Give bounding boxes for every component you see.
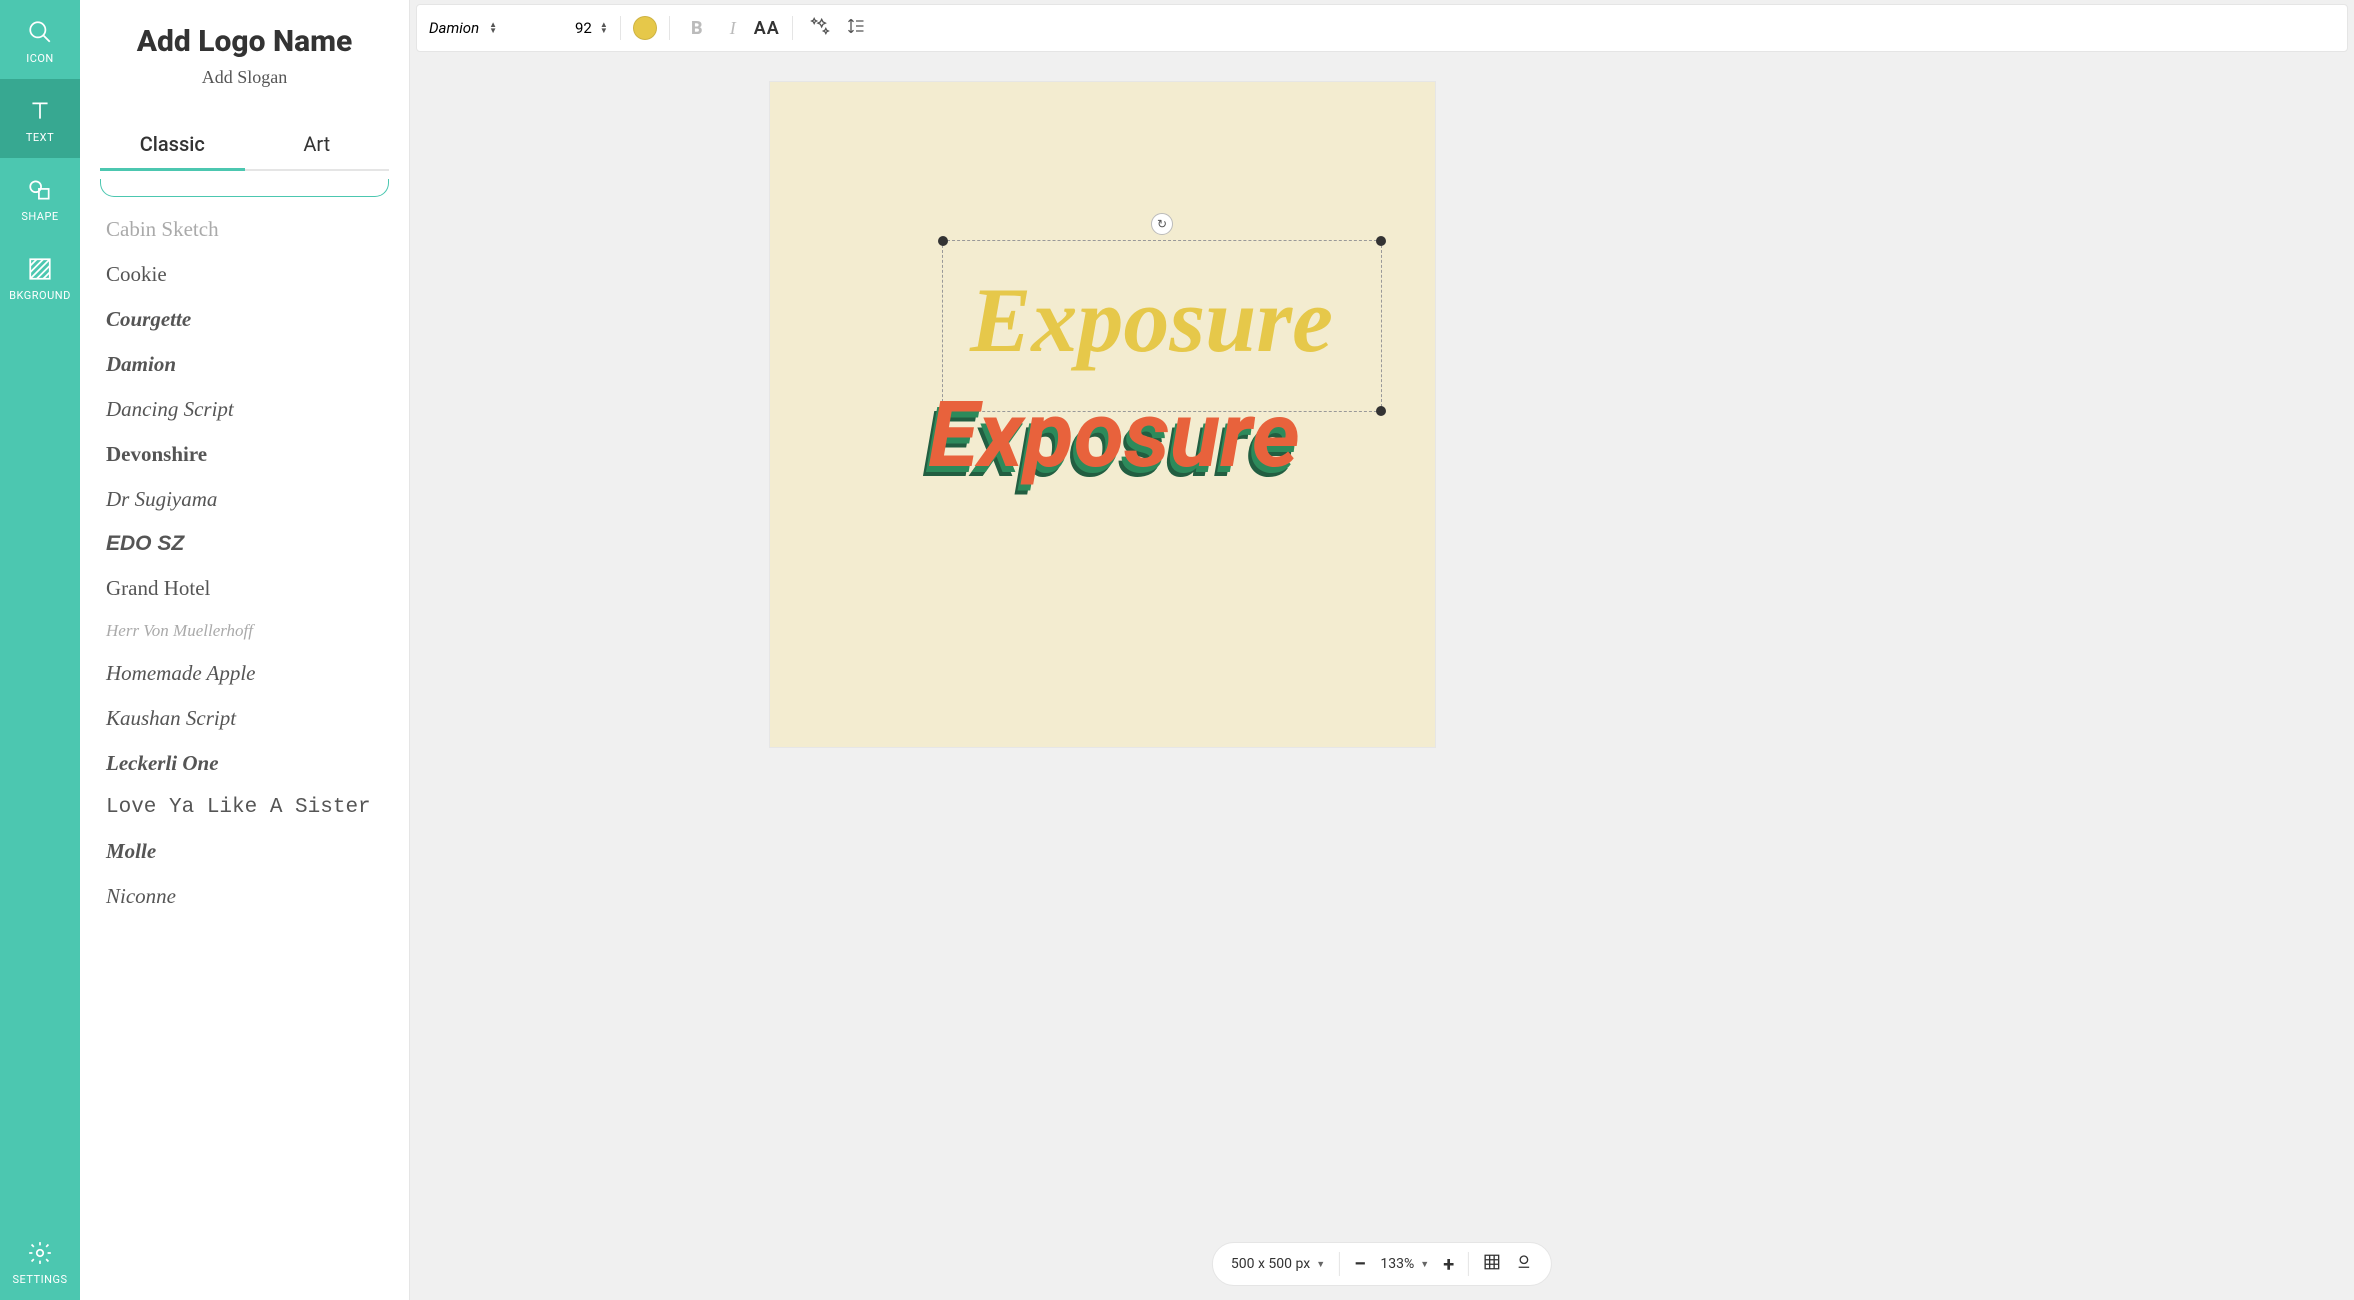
rotate-icon: ↻ [1157, 217, 1167, 231]
font-option[interactable]: Homemade Apple [106, 651, 383, 696]
sidebar-item-text[interactable]: TEXT [0, 79, 80, 158]
search-icon [26, 18, 54, 46]
sidebar: ICON TEXT SHAPE BKGROUND SETTINGS [0, 0, 80, 1300]
zoom-out-button[interactable]: − [1354, 1252, 1366, 1277]
baseline-icon [1515, 1253, 1533, 1275]
sidebar-label: TEXT [26, 131, 54, 144]
line-spacing-icon [846, 16, 866, 41]
chevron-down-icon: ▼ [1316, 1259, 1325, 1270]
stepper-icon: ▲▼ [489, 22, 497, 34]
effects-button[interactable] [805, 13, 835, 43]
sidebar-label: SETTINGS [13, 1273, 68, 1286]
text-icon [26, 97, 54, 125]
sidebar-label: SHAPE [21, 210, 58, 223]
font-option[interactable]: Devonshire [106, 432, 383, 477]
font-list[interactable]: Cabin Sketch Cookie Courgette Damion Dan… [80, 201, 409, 1300]
tab-art[interactable]: Art [245, 122, 390, 171]
italic-button[interactable]: I [718, 13, 748, 43]
font-option[interactable]: Cookie [106, 252, 383, 297]
canvas-text-bottom[interactable]: Exposure Exposure Exposure [928, 382, 1348, 492]
bold-button[interactable]: B [682, 13, 712, 43]
sparkle-icon [810, 16, 830, 41]
text-panel: Add Logo Name Add Slogan Classic Art Cab… [80, 0, 410, 1300]
sidebar-item-settings[interactable]: SETTINGS [0, 1221, 80, 1300]
font-size-value: 92 [575, 19, 592, 37]
sidebar-label: BKGROUND [9, 289, 71, 302]
zoom-select[interactable]: 133% ▼ [1380, 1256, 1429, 1272]
font-option[interactable]: Molle [106, 829, 383, 874]
spacing-button[interactable] [841, 13, 871, 43]
canvas-size-select[interactable]: 500 x 500 px ▼ [1231, 1256, 1325, 1272]
zoom-in-button[interactable]: + [1443, 1252, 1454, 1276]
sidebar-item-background[interactable]: BKGROUND [0, 237, 80, 316]
font-option[interactable]: Damion [106, 342, 383, 387]
font-option[interactable]: Herr Von Muellerhoff [106, 611, 383, 651]
font-option[interactable]: EDO SZ [106, 522, 383, 566]
font-search-decoration [100, 179, 389, 197]
resize-handle-se[interactable] [1376, 406, 1386, 416]
background-icon [26, 255, 54, 283]
font-option[interactable]: Kaushan Script [106, 696, 383, 741]
shape-icon [26, 176, 54, 204]
font-option[interactable]: Dancing Script [106, 387, 383, 432]
font-option[interactable]: Love Ya Like A Sister [106, 786, 383, 829]
text-toolbar: Damion ▲▼ 92 ▲▼ B I AA [416, 4, 2348, 52]
font-tabs: Classic Art [100, 122, 389, 171]
canvas-viewport[interactable]: ↻ Exposure Exposure Exposure Exposure [410, 52, 2354, 1300]
grid-icon [1483, 1253, 1501, 1275]
sidebar-item-icon[interactable]: ICON [0, 0, 80, 79]
canvas-size-value: 500 x 500 px [1231, 1256, 1310, 1272]
font-option[interactable]: Courgette [106, 297, 383, 342]
font-family-value: Damion [429, 19, 479, 37]
zoom-bar: 500 x 500 px ▼ − 133% ▼ + [1212, 1242, 1552, 1286]
sidebar-item-shape[interactable]: SHAPE [0, 158, 80, 237]
tab-classic[interactable]: Classic [100, 122, 245, 171]
chevron-down-icon: ▼ [1420, 1259, 1429, 1270]
font-option[interactable]: Grand Hotel [106, 566, 383, 611]
font-option[interactable]: Leckerli One [106, 741, 383, 786]
resize-handle-nw[interactable] [938, 236, 948, 246]
resize-handle-ne[interactable] [1376, 236, 1386, 246]
add-logo-name-heading[interactable]: Add Logo Name [100, 24, 389, 59]
sidebar-label: ICON [26, 52, 54, 65]
baseline-toggle-button[interactable] [1515, 1253, 1533, 1275]
font-family-select[interactable]: Damion ▲▼ [429, 19, 569, 37]
stepper-icon: ▲▼ [600, 22, 608, 34]
artboard[interactable]: ↻ Exposure Exposure Exposure Exposure [770, 82, 1435, 747]
uppercase-button[interactable]: AA [754, 13, 780, 43]
font-size-stepper[interactable]: 92 ▲▼ [575, 19, 608, 37]
add-slogan-heading[interactable]: Add Slogan [100, 67, 389, 88]
canvas-area: Damion ▲▼ 92 ▲▼ B I AA [410, 0, 2354, 1300]
rotate-handle[interactable]: ↻ [1151, 213, 1173, 235]
text-color-swatch[interactable] [633, 16, 657, 40]
gear-icon [26, 1239, 54, 1267]
canvas-text-top[interactable]: Exposure [970, 267, 1333, 373]
zoom-value: 133% [1380, 1256, 1414, 1272]
font-option[interactable]: Dr Sugiyama [106, 477, 383, 522]
font-option[interactable]: Cabin Sketch [106, 207, 383, 252]
font-option[interactable]: Niconne [106, 874, 383, 919]
grid-toggle-button[interactable] [1483, 1253, 1501, 1275]
